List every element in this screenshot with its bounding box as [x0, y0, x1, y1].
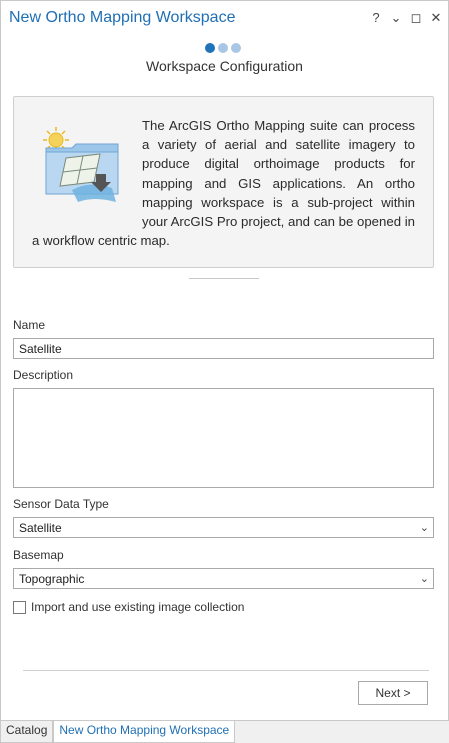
ortho-mapping-icon — [43, 127, 119, 202]
info-paragraph: The ArcGIS Ortho Mapping suite can proce… — [32, 116, 415, 250]
title-bar: New Ortho Mapping Workspace ? ⌄ ◻ ✕ — [1, 1, 448, 37]
description-label: Description — [13, 368, 74, 382]
next-button[interactable]: Next > — [358, 681, 428, 705]
step-title: Workspace Configuration — [146, 58, 303, 74]
sensor-data-type-value: Satellite — [19, 521, 62, 535]
section-divider — [189, 278, 259, 279]
pane-title: New Ortho Mapping Workspace — [9, 9, 236, 26]
info-box: The ArcGIS Ortho Mapping suite can proce… — [13, 96, 434, 268]
pane-tabs: Catalog New Ortho Mapping Workspace — [0, 721, 236, 743]
sensor-data-type-select[interactable]: Satellite ⌄ — [13, 517, 434, 538]
import-collection-label: Import and use existing image collection — [31, 600, 245, 614]
chevron-down-icon: ⌄ — [419, 522, 429, 534]
basemap-label: Basemap — [13, 548, 64, 562]
footer-divider — [23, 670, 429, 671]
description-textarea[interactable] — [13, 388, 434, 488]
step-dot-1 — [205, 43, 215, 53]
help-icon[interactable]: ? — [370, 11, 382, 25]
basemap-select[interactable]: Topographic ⌄ — [13, 568, 434, 589]
import-collection-checkbox[interactable] — [13, 600, 26, 614]
maximize-icon[interactable]: ◻ — [410, 11, 422, 25]
chevron-down-icon: ⌄ — [419, 573, 429, 585]
workspace-pane: New Ortho Mapping Workspace ? ⌄ ◻ ✕ Work… — [0, 0, 449, 721]
name-label: Name — [13, 318, 46, 332]
name-input[interactable]: Satellite — [13, 338, 434, 359]
tab-catalog[interactable]: Catalog — [0, 721, 54, 743]
step-indicator — [205, 43, 241, 53]
close-icon[interactable]: ✕ — [430, 11, 442, 25]
import-collection-row[interactable]: Import and use existing image collection — [13, 600, 244, 614]
tab-new-ortho-mapping-workspace[interactable]: New Ortho Mapping Workspace — [53, 721, 236, 743]
sensor-data-type-label: Sensor Data Type — [13, 497, 109, 511]
title-controls: ? ⌄ ◻ ✕ — [370, 11, 442, 25]
basemap-value: Topographic — [19, 572, 85, 586]
step-dot-2 — [218, 43, 228, 53]
step-dot-3 — [231, 43, 241, 53]
options-chevron-icon[interactable]: ⌄ — [390, 11, 402, 25]
